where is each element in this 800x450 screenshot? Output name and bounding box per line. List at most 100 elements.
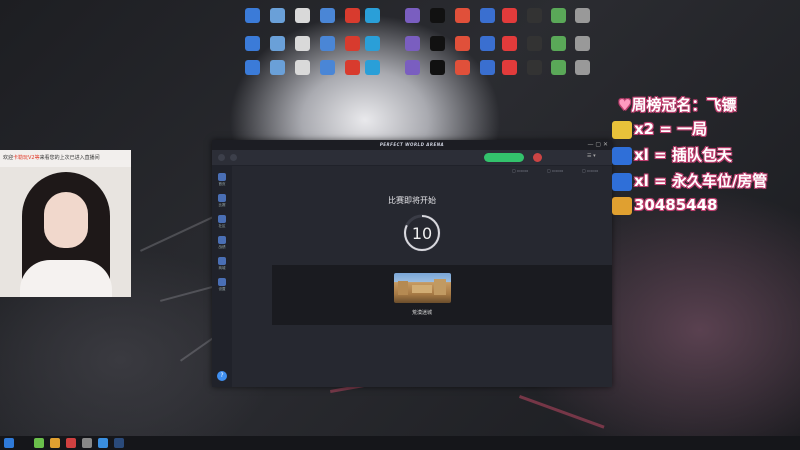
computer-icon-glyph (244, 60, 260, 75)
toolbar-menu-icon[interactable]: ☰ ▾ (587, 153, 596, 159)
app-icon-glyph (501, 36, 517, 51)
app-icon[interactable] (290, 60, 314, 88)
taskbar-app-icon[interactable] (50, 438, 60, 448)
app-icon[interactable] (400, 8, 424, 36)
window-controls[interactable]: — ▢ ✕ (587, 141, 608, 148)
title-bar[interactable]: PERFECT WORLD ARENA — ▢ ✕ (212, 140, 612, 150)
app-icon-glyph (526, 8, 542, 23)
app-icon-glyph (294, 36, 310, 51)
app-icon-glyph (501, 8, 517, 23)
recycle-bin-icon-glyph (269, 60, 285, 75)
sidebar-item-settings[interactable]: 设置 (215, 278, 229, 292)
app-icon[interactable] (315, 60, 339, 88)
map-thumbnail (394, 273, 451, 303)
app-icon[interactable] (475, 8, 499, 36)
app-icon-glyph (319, 36, 335, 51)
rocket-icon (612, 172, 632, 191)
community-icon (218, 215, 226, 223)
overlay-text-4: xl = 永久车位/房管 (634, 172, 768, 190)
app-icon[interactable] (450, 60, 474, 88)
overlay-text-5: 30485448 (634, 196, 718, 214)
back-icon[interactable] (218, 154, 225, 161)
app-icon-glyph (364, 36, 380, 51)
app-icon[interactable] (497, 60, 521, 88)
app-icon[interactable] (360, 60, 384, 88)
subbar-item-3[interactable]: ▢ ▭▭▭ (582, 168, 598, 173)
overlay-line-3: xl = 插队包天 (612, 144, 732, 165)
app-icon-glyph (364, 8, 380, 23)
subbar-item-1[interactable]: ▢ ▭▭▭ (512, 168, 528, 173)
app-icon-glyph (550, 60, 566, 75)
taskbar-app-icon[interactable] (82, 438, 92, 448)
computer-icon[interactable] (240, 60, 264, 88)
app-icon[interactable] (522, 60, 546, 88)
webcam-person-shirt (20, 260, 112, 297)
app-icon-glyph (550, 8, 566, 23)
app-icon-glyph (294, 8, 310, 23)
overlay-text-1: 周榜冠名：飞镖 (631, 96, 737, 114)
settings-icon (218, 278, 226, 286)
app-icon-glyph (550, 36, 566, 51)
computer-icon[interactable] (240, 8, 264, 36)
app-icon[interactable] (546, 60, 570, 88)
gift-icon (612, 120, 632, 139)
subbar-item-2[interactable]: ▢ ▭▭▭ (547, 168, 563, 173)
app-icon-glyph (574, 8, 590, 23)
help-icon[interactable]: ? (217, 371, 227, 381)
sidebar-item-home[interactable]: 首页 (215, 173, 229, 187)
app-icon[interactable] (570, 60, 594, 88)
app-icon-glyph (404, 60, 420, 75)
app-icon-glyph (479, 36, 495, 51)
app-icon[interactable] (425, 8, 449, 36)
app-icon-glyph (344, 8, 360, 23)
app-icon-glyph (574, 60, 590, 75)
taskbar-app-icon[interactable] (34, 438, 44, 448)
computer-icon-glyph (244, 8, 260, 23)
avatar[interactable] (533, 153, 542, 162)
app-icon[interactable] (400, 60, 424, 88)
app-icon-glyph (479, 8, 495, 23)
app-icon-glyph (454, 60, 470, 75)
sidebar-item-community[interactable]: 社区 (215, 215, 229, 229)
status-pill[interactable] (484, 153, 524, 162)
app-icon[interactable] (522, 8, 546, 36)
recycle-bin-icon[interactable] (265, 8, 289, 36)
app-icon-glyph (344, 36, 360, 51)
app-icon-glyph (344, 60, 360, 75)
webcam-person-face (44, 192, 88, 248)
app-icon-glyph (574, 36, 590, 51)
app-icon[interactable] (497, 8, 521, 36)
app-icon[interactable] (546, 8, 570, 36)
game-client-window: PERFECT WORLD ARENA — ▢ ✕ ☰ ▾ 首页 比赛 社区 战绩 商城… (212, 140, 612, 387)
toolbar: ☰ ▾ (212, 150, 612, 166)
sidebar-item-label: 设置 (218, 287, 226, 291)
recycle-bin-icon[interactable] (265, 60, 289, 88)
app-icon[interactable] (475, 60, 499, 88)
sidebar-item-stats[interactable]: 战绩 (215, 236, 229, 250)
app-icon[interactable] (570, 8, 594, 36)
app-icon[interactable] (360, 8, 384, 36)
taskbar-app-icon[interactable] (114, 438, 124, 448)
taskbar-app-icon[interactable] (66, 438, 76, 448)
overlay-line-4: xl = 永久车位/房管 (612, 170, 767, 191)
app-icon-glyph (526, 36, 542, 51)
wallpaper-stroke (518, 395, 605, 429)
start-icon[interactable] (4, 438, 14, 448)
app-icon-glyph (364, 60, 380, 75)
shop-icon (218, 257, 226, 265)
app-title: PERFECT WORLD ARENA (379, 142, 445, 147)
refresh-icon[interactable] (230, 154, 237, 161)
sidebar-item-shop[interactable]: 商城 (215, 257, 229, 271)
stats-icon (218, 236, 226, 244)
recycle-bin-icon-glyph (269, 36, 285, 51)
app-icon-glyph (454, 36, 470, 51)
app-icon-glyph (319, 60, 335, 75)
webcam-feed: 欢迎卡勒玩V2等来看您的上次已进入直播间 (0, 150, 131, 297)
app-icon[interactable] (450, 8, 474, 36)
app-icon-glyph (501, 60, 517, 75)
app-icon[interactable] (290, 8, 314, 36)
taskbar-app-icon[interactable] (98, 438, 108, 448)
app-icon[interactable] (315, 8, 339, 36)
recycle-bin-icon-glyph (269, 8, 285, 23)
app-icon[interactable] (425, 60, 449, 88)
